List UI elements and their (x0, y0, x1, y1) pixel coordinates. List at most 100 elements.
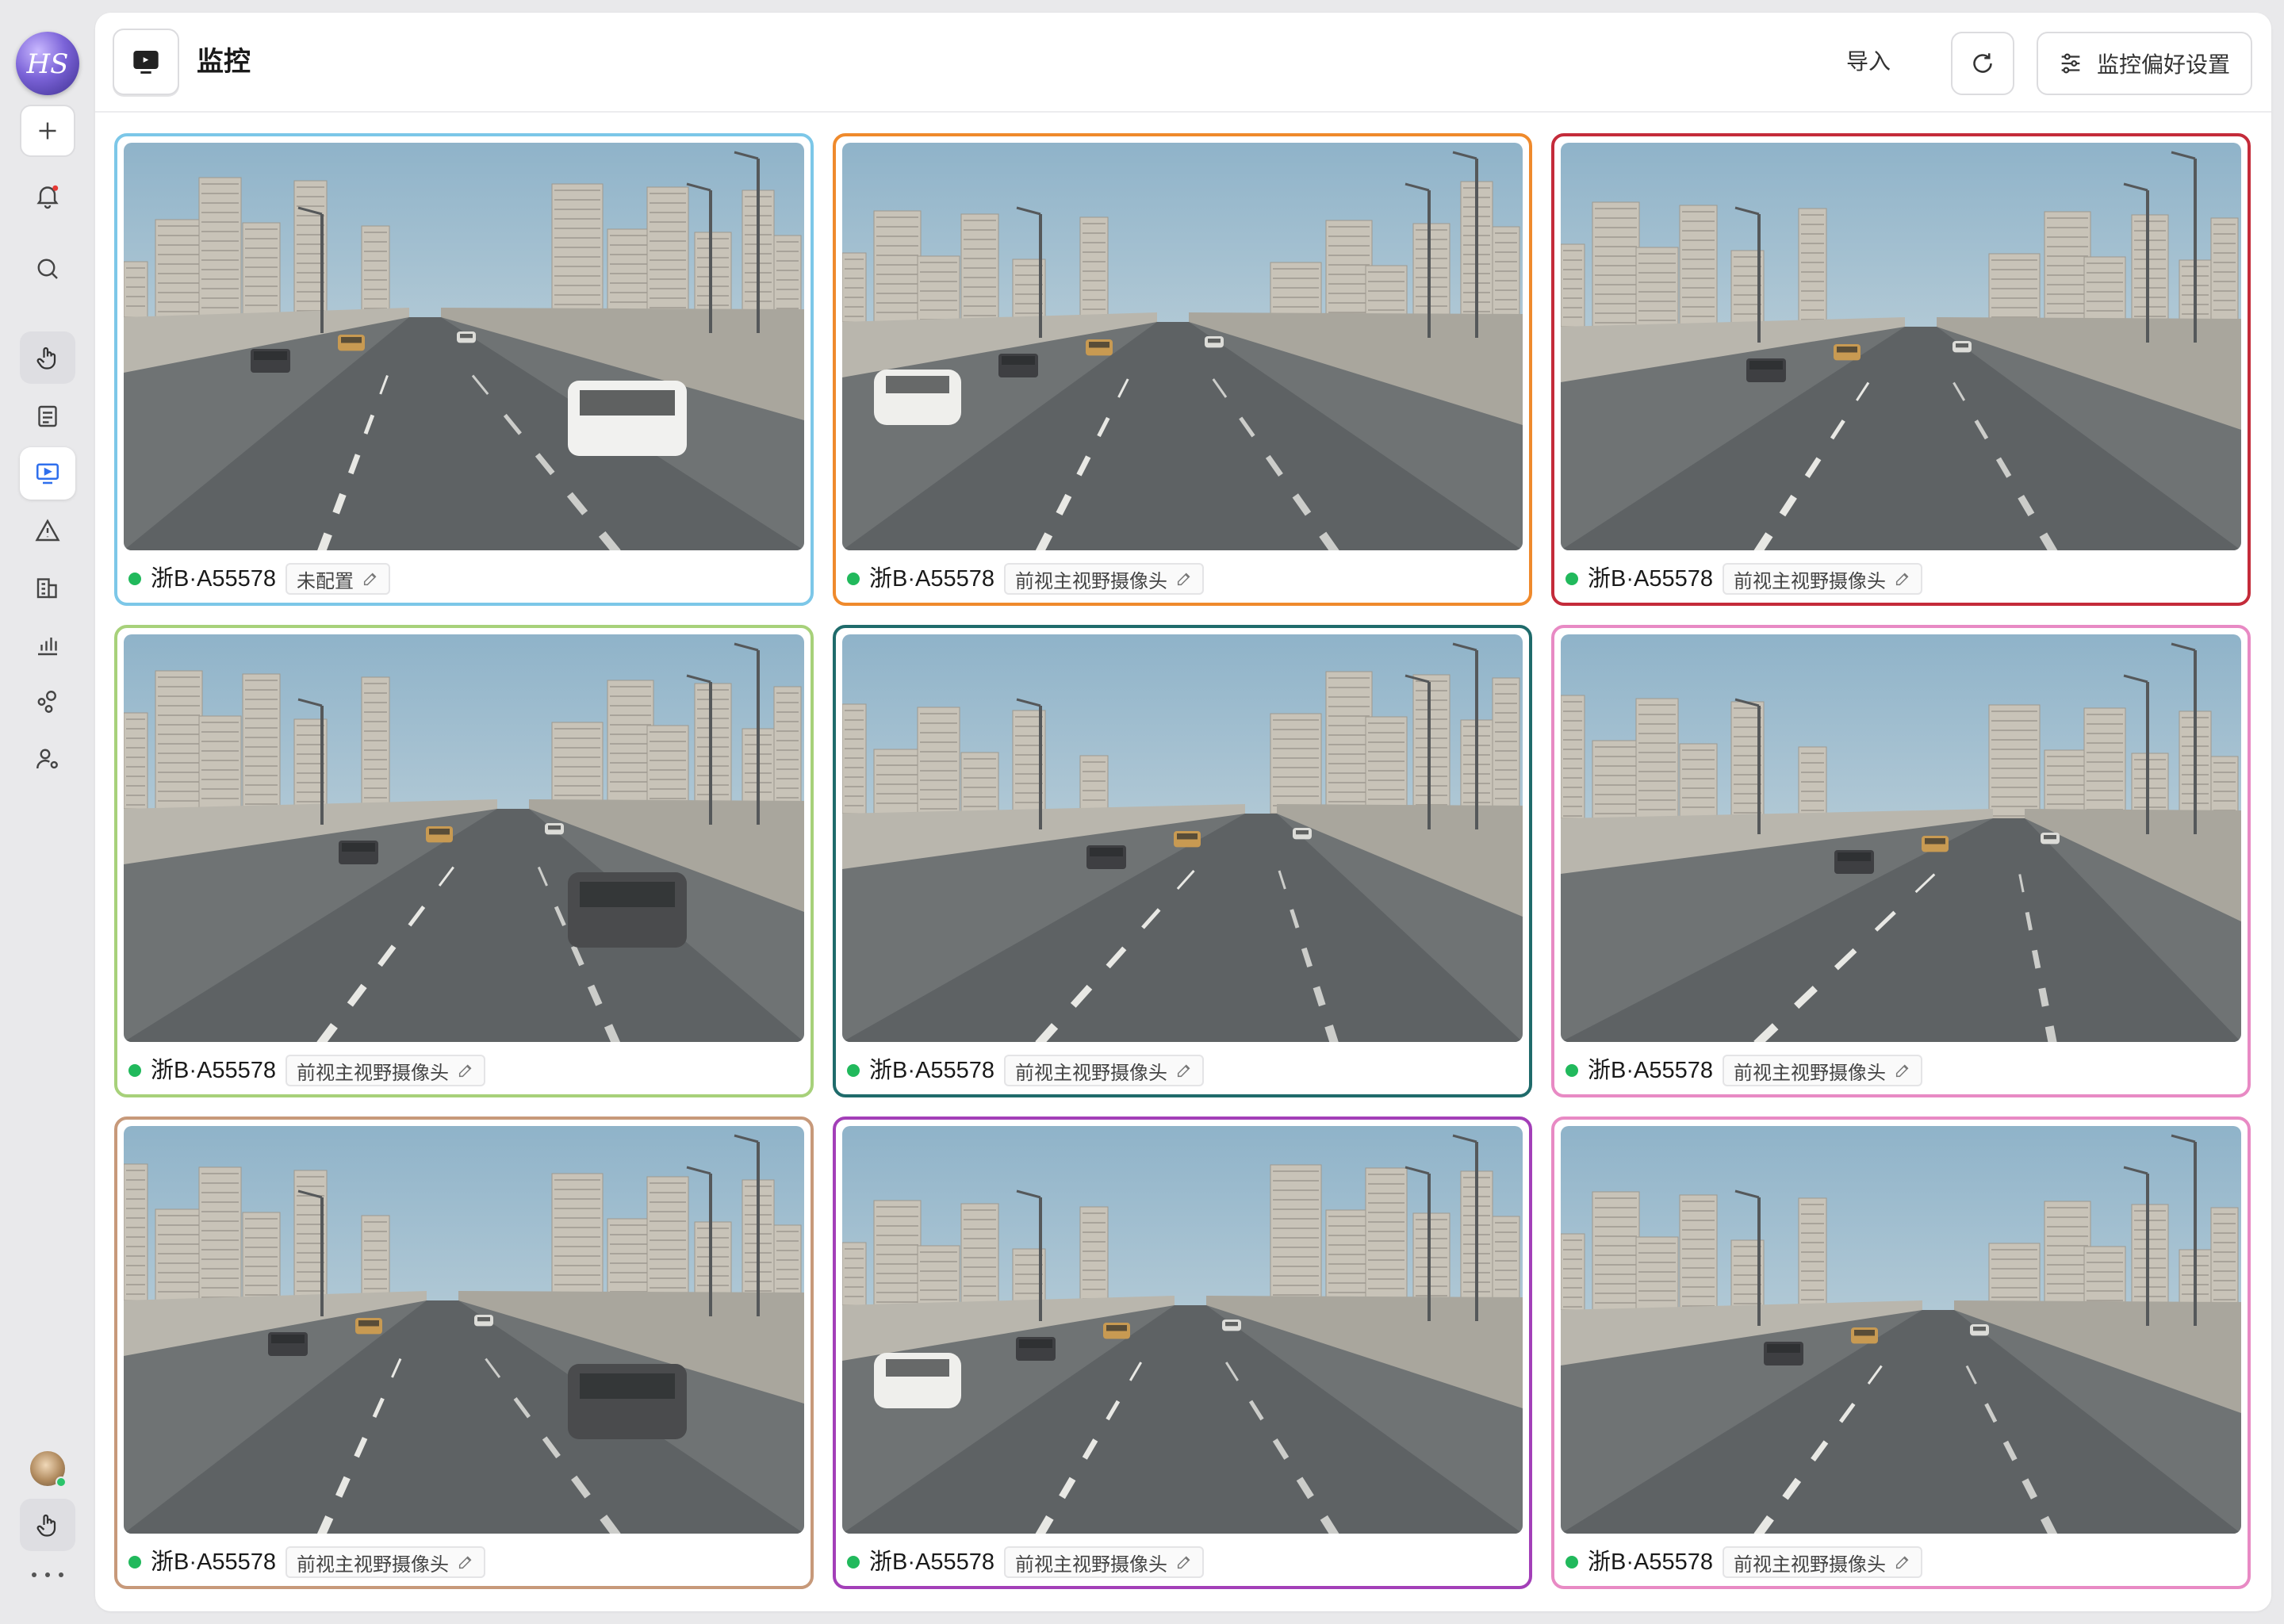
document-icon (38, 405, 57, 427)
camera-position-label: 前视主视野摄像头 (297, 1062, 449, 1084)
hand-pointer-icon (36, 347, 56, 370)
online-status-dot (847, 1556, 860, 1568)
camera-position-label: 前视主视野摄像头 (1734, 1062, 1886, 1084)
edit-pencil-icon[interactable] (457, 1553, 474, 1571)
edit-pencil-icon[interactable] (362, 570, 379, 588)
main-panel: 监控 导入 监控偏好设置 浙B·A55578 未配置 浙B·A55578 前视主视野… (95, 13, 2271, 1611)
camera-card[interactable]: 浙B·A55578 前视主视野摄像头 (833, 133, 1532, 606)
camera-card-footer: 浙B·A55578 前视主视野摄像头 (128, 1545, 485, 1580)
camera-position-tag[interactable]: 前视主视野摄像头 (1004, 563, 1204, 595)
camera-card-footer: 浙B·A55578 前视主视野摄像头 (847, 1545, 1204, 1580)
edit-pencil-icon[interactable] (1175, 1553, 1193, 1571)
monitor-preferences-button[interactable]: 监控偏好设置 (2037, 32, 2252, 95)
notification-bell-icon (36, 185, 59, 209)
camera-position-tag[interactable]: 未配置 (286, 563, 390, 595)
camera-position-tag[interactable]: 前视主视野摄像头 (286, 1055, 485, 1086)
preferences-label: 监控偏好设置 (2097, 52, 2231, 77)
camera-card[interactable]: 浙B·A55578 前视主视野摄像头 (833, 1116, 1532, 1589)
page-icon (113, 29, 179, 95)
app-logo[interactable]: HS (16, 32, 79, 95)
add-button[interactable] (20, 105, 75, 157)
camera-card[interactable]: 浙B·A55578 前视主视野摄像头 (114, 1116, 814, 1589)
camera-card-footer: 浙B·A55578 前视主视野摄像头 (847, 561, 1204, 596)
camera-position-tag[interactable]: 前视主视野摄像头 (286, 1546, 485, 1578)
edit-pencil-icon[interactable] (1894, 1553, 1911, 1571)
refresh-icon (1973, 53, 1992, 73)
camera-feed[interactable] (1561, 143, 2241, 550)
online-status-dot (56, 1477, 67, 1488)
online-status-dot (1565, 573, 1578, 585)
hand-pointer-icon (36, 1514, 56, 1537)
camera-position-tag[interactable]: 前视主视野摄像头 (1723, 1055, 1922, 1086)
camera-feed[interactable] (1561, 634, 2241, 1042)
sidebar-item-network[interactable] (20, 676, 75, 728)
vehicle-plate: 浙B·A55578 (1588, 566, 1713, 592)
bar-chart-icon (38, 638, 57, 656)
camera-feed[interactable] (1561, 1126, 2241, 1534)
camera-feed-image (842, 634, 1523, 1042)
camera-card[interactable]: 浙B·A55578 前视主视野摄像头 (833, 625, 1532, 1097)
page-header: 监控 导入 监控偏好设置 (95, 13, 2271, 113)
camera-feed[interactable] (124, 143, 804, 550)
search-button[interactable] (20, 243, 75, 295)
edit-pencil-icon[interactable] (1894, 1062, 1911, 1079)
camera-position-tag[interactable]: 前视主视野摄像头 (1723, 1546, 1922, 1578)
camera-feed[interactable] (842, 634, 1523, 1042)
building-icon (36, 578, 57, 599)
vehicle-plate: 浙B·A55578 (869, 566, 994, 592)
camera-card[interactable]: 浙B·A55578 前视主视野摄像头 (1551, 1116, 2251, 1589)
camera-position-tag[interactable]: 前视主视野摄像头 (1004, 1055, 1204, 1086)
refresh-button[interactable] (1951, 32, 2014, 95)
edit-pencil-icon[interactable] (1175, 570, 1193, 588)
camera-position-label: 前视主视野摄像头 (1015, 570, 1167, 592)
nodes-icon (37, 691, 56, 713)
sidebar-item-pointer[interactable] (20, 331, 75, 384)
edit-pencil-icon[interactable] (457, 1062, 474, 1079)
more-icon[interactable] (32, 1567, 63, 1583)
online-status-dot (1565, 1556, 1578, 1568)
vehicle-plate: 浙B·A55578 (151, 566, 276, 592)
camera-feed[interactable] (124, 634, 804, 1042)
sliders-icon (2061, 53, 2080, 74)
edit-pencil-icon[interactable] (1894, 570, 1911, 588)
sidebar-item-statistics[interactable] (20, 619, 75, 671)
camera-position-tag[interactable]: 前视主视野摄像头 (1004, 1546, 1204, 1578)
import-button[interactable]: 导入 (1846, 46, 1891, 78)
camera-feed-image (842, 143, 1523, 550)
camera-card[interactable]: 浙B·A55578 前视主视野摄像头 (1551, 133, 2251, 606)
bottom-pointer-button[interactable] (20, 1499, 75, 1551)
sidebar-item-alerts[interactable] (20, 504, 75, 557)
sidebar-item-documents[interactable] (20, 390, 75, 442)
sidebar-item-buildings[interactable] (20, 561, 75, 614)
camera-feed-image (124, 634, 804, 1042)
camera-position-label: 前视主视野摄像头 (1015, 1062, 1167, 1084)
camera-feed[interactable] (842, 143, 1523, 550)
vehicle-plate: 浙B·A55578 (1588, 1549, 1713, 1575)
camera-position-label: 前视主视野摄像头 (1015, 1553, 1167, 1576)
camera-card[interactable]: 浙B·A55578 前视主视野摄像头 (114, 625, 814, 1097)
sidebar-item-monitor[interactable] (20, 447, 75, 500)
edit-pencil-icon[interactable] (1175, 1062, 1193, 1079)
online-status-dot (847, 1064, 860, 1077)
warning-icon (35, 519, 60, 542)
add-icon (39, 122, 56, 140)
camera-feed[interactable] (842, 1126, 1523, 1534)
vehicle-plate: 浙B·A55578 (869, 1058, 994, 1083)
camera-position-tag[interactable]: 前视主视野摄像头 (1723, 563, 1922, 595)
camera-position-label: 前视主视野摄像头 (297, 1553, 449, 1576)
camera-card-footer: 浙B·A55578 前视主视野摄像头 (847, 1053, 1204, 1088)
online-status-dot (128, 573, 141, 585)
app-logo-text: HS (26, 48, 69, 80)
monitor-icon (36, 463, 59, 485)
user-settings-icon (36, 749, 58, 769)
camera-card-footer: 浙B·A55578 前视主视野摄像头 (1565, 1053, 1922, 1088)
notifications-button[interactable] (20, 170, 75, 222)
camera-card[interactable]: 浙B·A55578 前视主视野摄像头 (1551, 625, 2251, 1097)
vehicle-plate: 浙B·A55578 (1588, 1058, 1713, 1083)
camera-card[interactable]: 浙B·A55578 未配置 (114, 133, 814, 606)
page-title: 监控 (197, 47, 251, 77)
camera-position-label: 前视主视野摄像头 (1734, 570, 1886, 592)
sidebar-item-users[interactable] (20, 733, 75, 785)
avatar[interactable] (30, 1451, 67, 1488)
camera-feed[interactable] (124, 1126, 804, 1534)
